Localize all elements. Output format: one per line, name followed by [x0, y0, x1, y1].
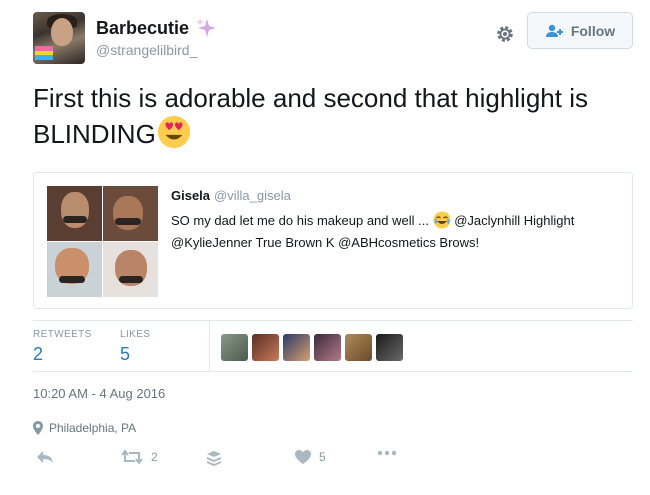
- quoted-photo[interactable]: [47, 242, 102, 297]
- stats-divider: [209, 321, 210, 371]
- retweet-icon: [121, 450, 143, 464]
- liker-avatar[interactable]: [221, 334, 248, 361]
- quoted-photo[interactable]: [47, 186, 102, 241]
- author-avatar[interactable]: [33, 12, 85, 64]
- quoted-photo-grid[interactable]: [47, 186, 158, 297]
- more-button[interactable]: [377, 450, 397, 456]
- quoted-author-handle[interactable]: @villa_gisela: [214, 188, 291, 203]
- liker-avatar[interactable]: [376, 334, 403, 361]
- tweet-stats: RETWEETS 2 LIKES 5: [33, 320, 633, 372]
- gear-icon[interactable]: [494, 23, 516, 45]
- likes-stat[interactable]: LIKES 5: [120, 329, 150, 365]
- retweet-action-count: 2: [151, 450, 158, 464]
- quoted-text-part1: SO my dad let me do his makeup and well …: [171, 213, 429, 228]
- buffer-icon: [206, 451, 222, 466]
- tweet-text: First this is adorable and second that h…: [33, 82, 633, 151]
- joy-emoji: [433, 211, 451, 229]
- like-icon: [295, 450, 311, 464]
- pride-flag-icon: [35, 46, 53, 60]
- like-action-count: 5: [319, 450, 326, 464]
- retweets-stat[interactable]: RETWEETS 2: [33, 329, 92, 365]
- location-pin-icon: [33, 421, 43, 435]
- follow-label: Follow: [570, 22, 616, 39]
- heart-eyes-emoji: [157, 115, 190, 149]
- liker-avatars: [221, 334, 403, 361]
- quoted-author[interactable]: Gisela @villa_gisela: [171, 188, 291, 203]
- sparkles-icon: [196, 18, 217, 37]
- tweet-header: Barbecutie @strangelilbird_ Follow: [33, 12, 633, 64]
- quoted-photo[interactable]: [103, 242, 158, 297]
- likes-label: LIKES: [120, 329, 151, 340]
- quoted-author-name[interactable]: Gisela: [171, 188, 210, 203]
- reply-button[interactable]: [36, 450, 54, 464]
- liker-avatar[interactable]: [345, 334, 372, 361]
- buffer-button[interactable]: [206, 450, 222, 466]
- like-button[interactable]: 5: [295, 450, 326, 464]
- location-text[interactable]: Philadelphia, PA: [49, 421, 136, 435]
- quoted-tweet[interactable]: Gisela @villa_gisela SO my dad let me do …: [33, 172, 633, 309]
- liker-avatar[interactable]: [283, 334, 310, 361]
- author-handle[interactable]: @strangelilbird_: [96, 42, 197, 58]
- more-icon: [377, 450, 397, 456]
- author-name-text[interactable]: Barbecutie: [96, 18, 189, 39]
- tweet-location[interactable]: Philadelphia, PA: [33, 421, 136, 435]
- tweet-timestamp[interactable]: 10:20 AM - 4 Aug 2016: [33, 386, 165, 401]
- reply-icon: [37, 451, 53, 463]
- author-name[interactable]: Barbecutie: [96, 17, 217, 39]
- retweets-label: RETWEETS: [33, 329, 92, 340]
- likes-count[interactable]: 5: [120, 344, 150, 365]
- quoted-photo[interactable]: [103, 186, 158, 241]
- tweet-actions: 2 5: [33, 450, 633, 470]
- add-user-icon: [545, 24, 563, 37]
- tweet-text-body: First this is adorable and second that h…: [33, 83, 588, 149]
- liker-avatar[interactable]: [252, 334, 279, 361]
- retweets-count[interactable]: 2: [33, 344, 92, 365]
- quoted-text: SO my dad let me do his makeup and well …: [171, 210, 611, 254]
- liker-avatar[interactable]: [314, 334, 341, 361]
- follow-button[interactable]: Follow: [527, 12, 633, 49]
- retweet-button[interactable]: 2: [121, 450, 158, 464]
